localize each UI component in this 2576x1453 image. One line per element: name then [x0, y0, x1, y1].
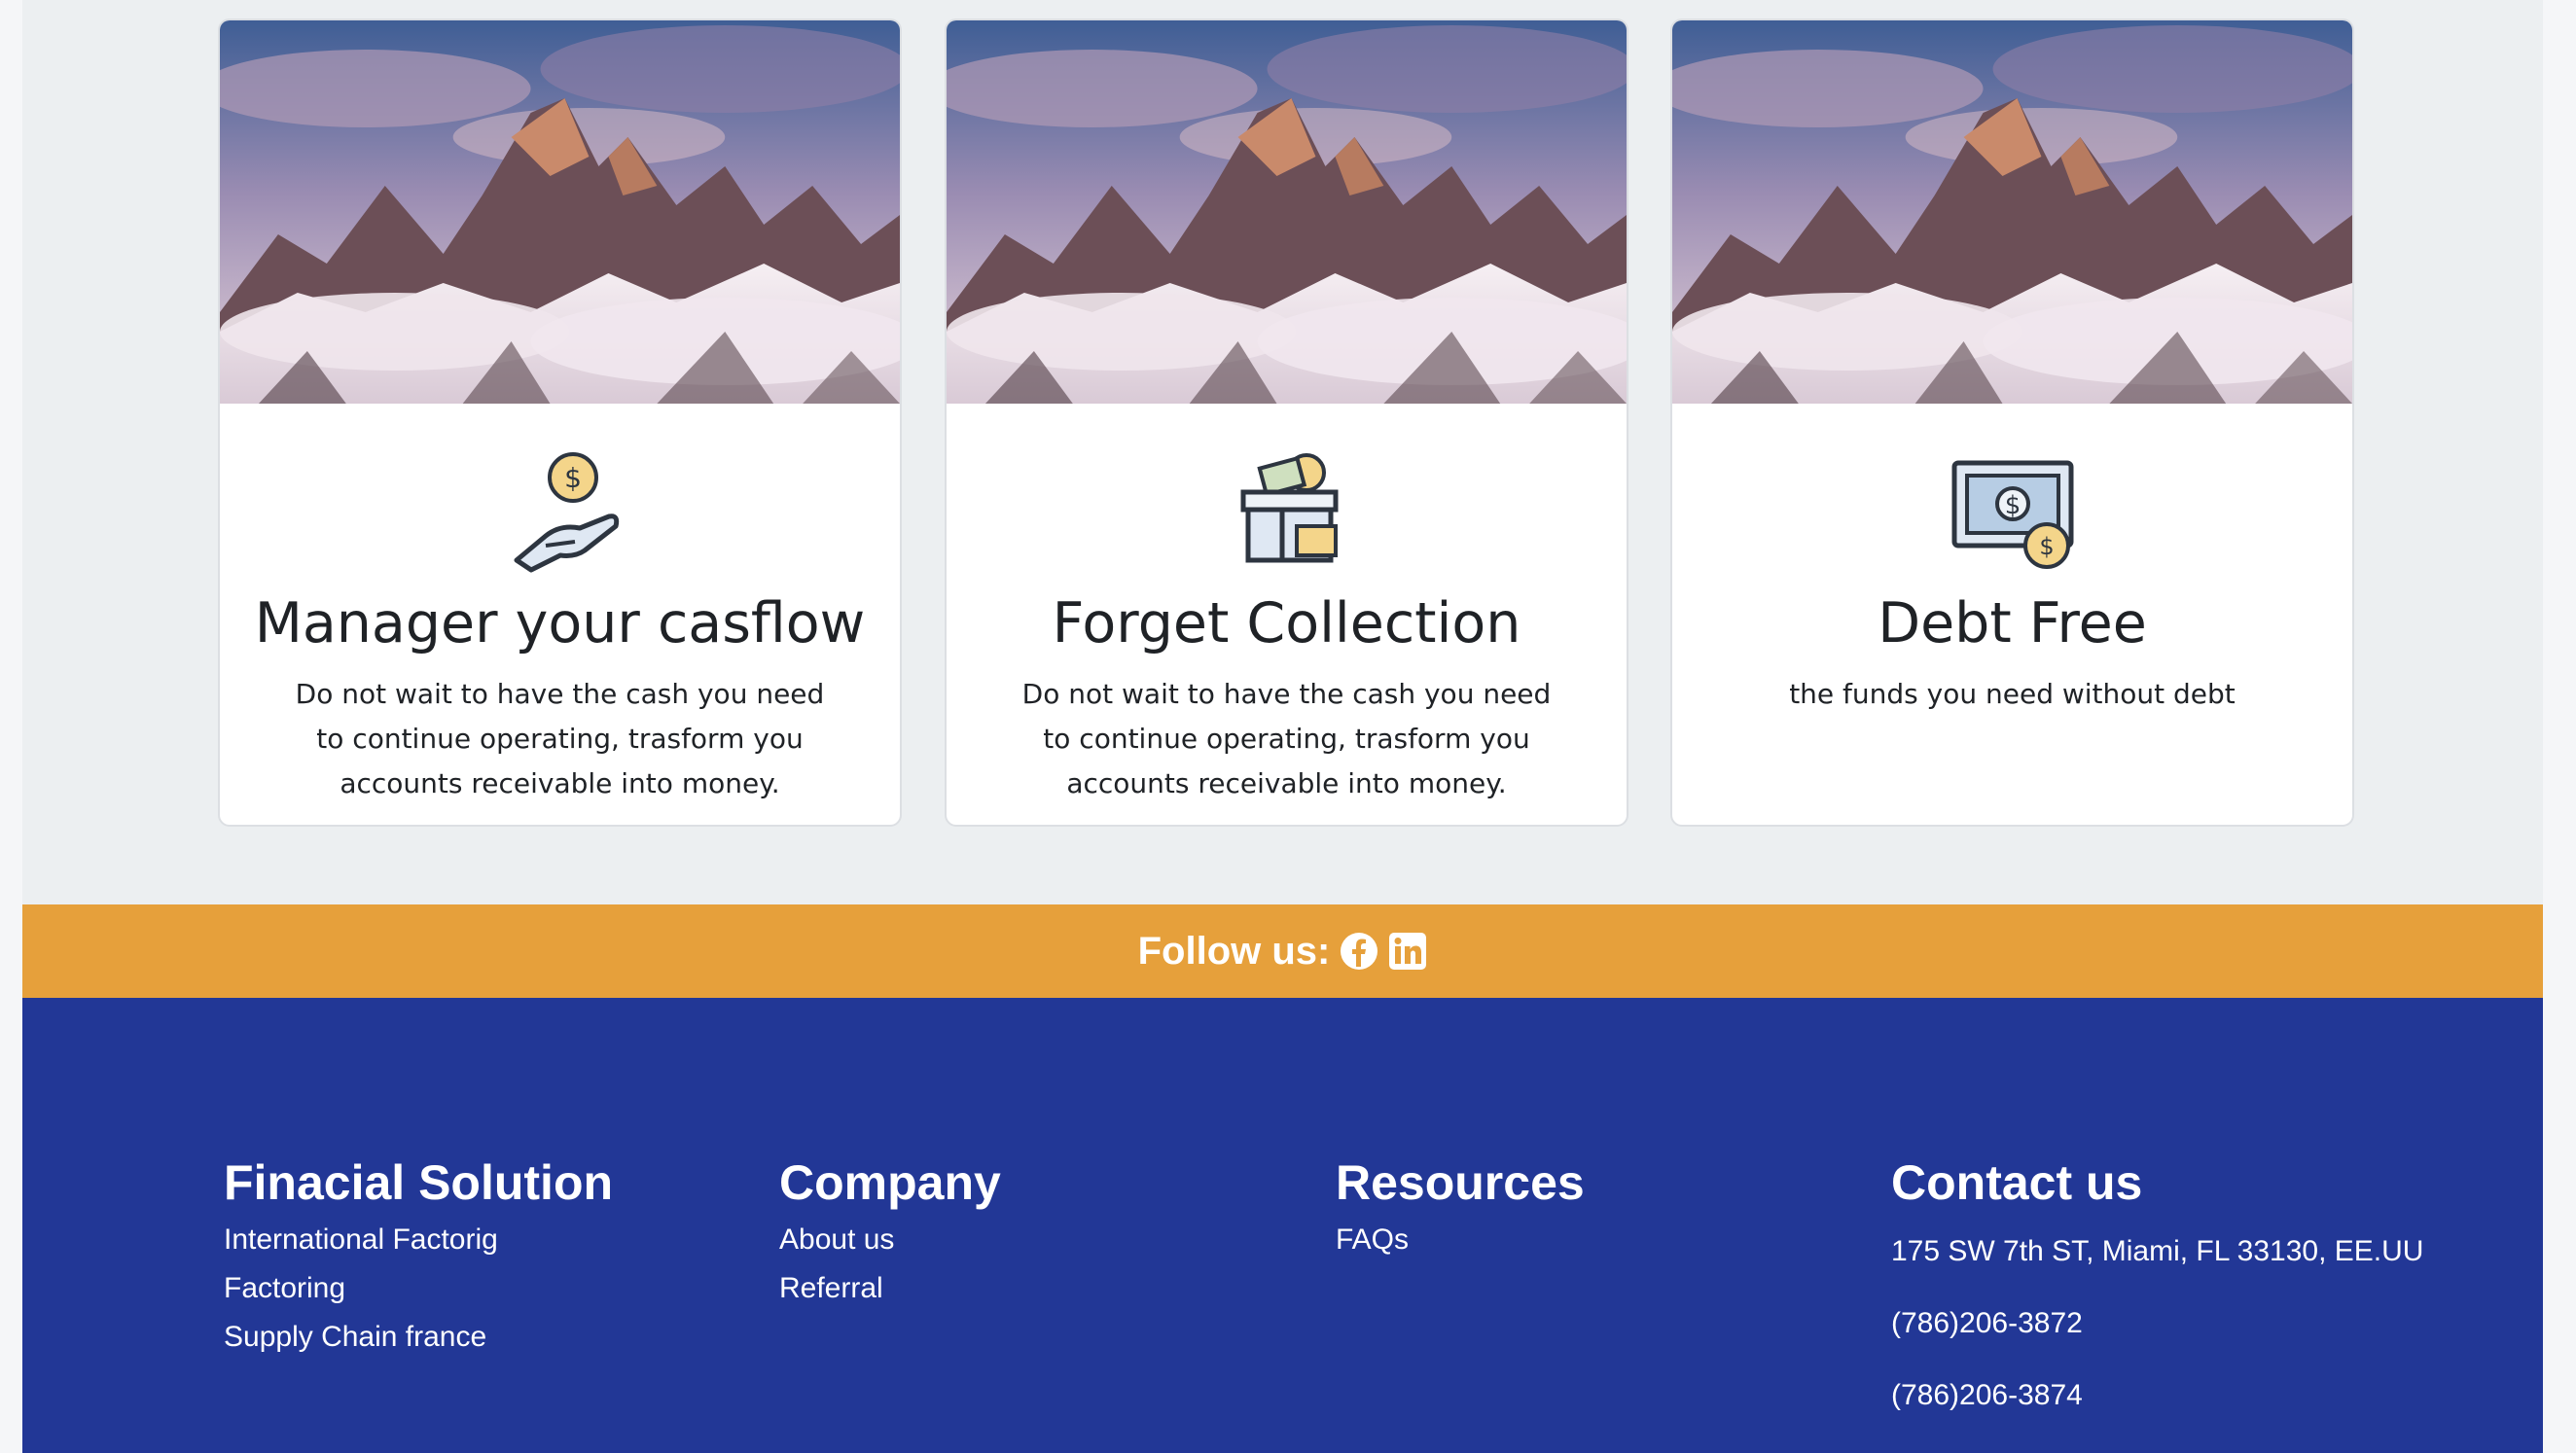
mountain-image — [947, 20, 1627, 404]
footer-column-financial: Finacial Solution International Factorig… — [224, 1153, 613, 1362]
card-description: the funds you need without debt — [1789, 678, 2236, 710]
feature-card-cashflow: $ Manager your casflow Do not wait to ha… — [218, 18, 902, 827]
footer-heading: Company — [779, 1155, 1001, 1210]
linkedin-icon[interactable] — [1388, 932, 1427, 971]
mountain-image — [220, 20, 900, 404]
footer-heading: Contact us — [1891, 1155, 2143, 1210]
card-description: Do not wait to have the cash you need to… — [1021, 678, 1552, 799]
contact-phone-2[interactable]: (786)206-3874 — [1891, 1360, 2423, 1432]
follow-us-bar: Follow us: — [22, 904, 2543, 998]
page: $ Manager your casflow Do not wait to ha… — [22, 0, 2543, 1453]
svg-text:$: $ — [2039, 533, 2054, 560]
card-title: Manager your casflow — [254, 591, 866, 656]
svg-text:$: $ — [564, 462, 582, 494]
footer-column-resources: Resources FAQs — [1336, 1153, 1585, 1264]
footer-link-supply-chain[interactable]: Supply Chain france — [224, 1313, 613, 1362]
footer-heading: Finacial Solution — [224, 1155, 614, 1210]
svg-text:$: $ — [2004, 491, 2021, 520]
facebook-icon[interactable] — [1340, 932, 1378, 971]
footer-link-referral[interactable]: Referral — [779, 1264, 1001, 1313]
dollar-bill-icon: $ $ — [1951, 460, 2073, 569]
feature-card-collection: Forget Collection Do not wait to have th… — [945, 18, 1628, 827]
footer-column-contact: Contact us 175 SW 7th ST, Miami, FL 3313… — [1891, 1153, 2423, 1432]
card-description: Do not wait to have the cash you need to… — [295, 678, 825, 799]
footer-link-faqs[interactable]: FAQs — [1336, 1216, 1585, 1264]
contact-phone-1[interactable]: (786)206-3872 — [1891, 1288, 2423, 1360]
contact-address: 175 SW 7th ST, Miami, FL 33130, EE.UU — [1891, 1235, 2424, 1267]
footer-heading: Resources — [1336, 1155, 1585, 1210]
card-title: Debt Free — [1878, 591, 2147, 656]
mountain-image — [1672, 20, 2352, 404]
follow-us-label: Follow us: — [1137, 929, 1331, 973]
card-title: Forget Collection — [1052, 591, 1521, 656]
footer-link-factoring[interactable]: Factoring — [224, 1264, 613, 1313]
footer-column-company: Company About us Referral — [779, 1153, 1001, 1313]
cash-box-icon — [1240, 453, 1338, 563]
site-footer: Finacial Solution International Factorig… — [22, 998, 2543, 1453]
hand-coin-icon: $ — [514, 452, 619, 573]
footer-link-about-us[interactable]: About us — [779, 1216, 1001, 1264]
footer-link-international-factoring[interactable]: International Factorig — [224, 1216, 613, 1264]
feature-card-debt-free: $ $ Debt Free the funds you need without… — [1670, 18, 2354, 827]
